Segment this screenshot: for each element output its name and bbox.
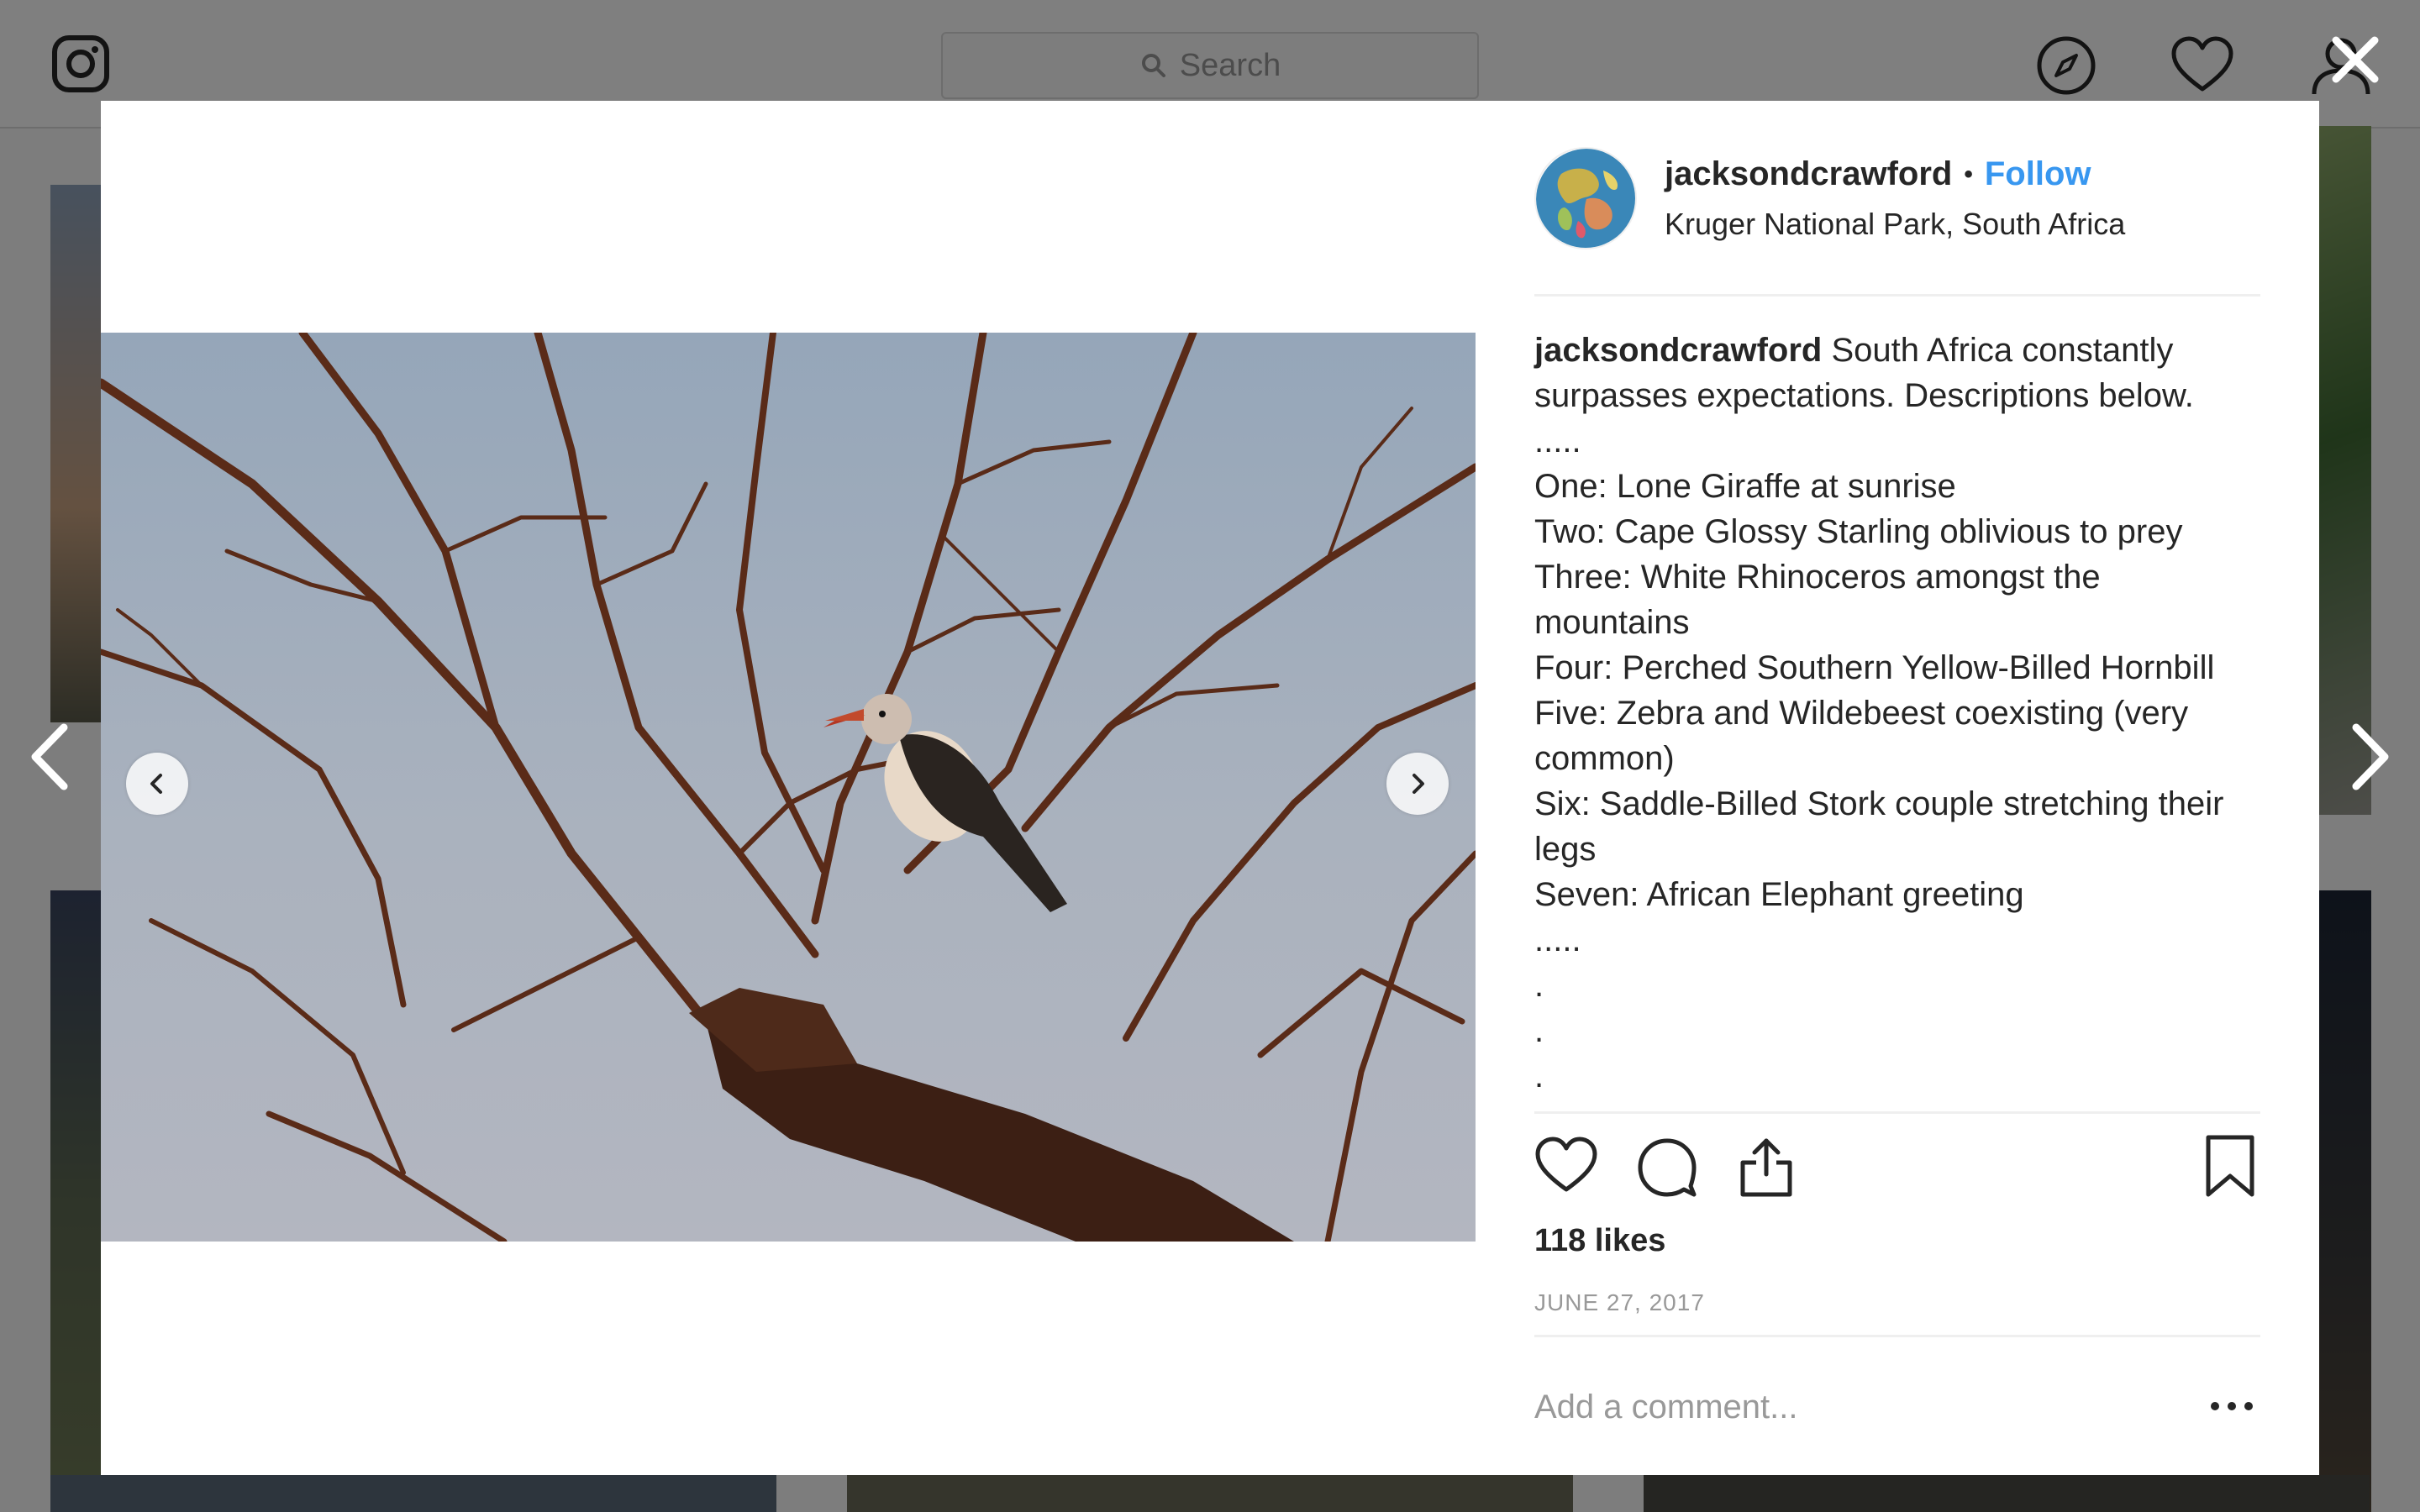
bookmark-icon[interactable]	[2198, 1134, 2262, 1198]
comment-icon[interactable]	[1635, 1134, 1699, 1198]
likes-count[interactable]: 118 likes	[1534, 1223, 1665, 1259]
next-post-arrow-icon[interactable]	[2344, 719, 2395, 795]
caption-username-link[interactable]: jacksondcrawford	[1534, 332, 1822, 369]
hornbill-photo	[101, 333, 1476, 1242]
username-line: jacksondcrawford • Follow	[1665, 155, 2125, 193]
post-sidebar: jacksondcrawford • Follow Kruger Nationa…	[1534, 101, 2260, 1475]
post-photo[interactable]	[101, 333, 1476, 1242]
follow-button[interactable]: Follow	[1985, 155, 2091, 193]
avatar[interactable]	[1534, 147, 1637, 249]
post-header-text: jacksondcrawford • Follow Kruger Nationa…	[1665, 155, 2125, 242]
globe-avatar-image	[1536, 149, 1635, 248]
post-caption: jacksondcrawford South Africa constantly…	[1534, 328, 2260, 1099]
post-date: JUNE 27, 2017	[1534, 1289, 1705, 1315]
share-icon[interactable]	[1734, 1134, 1798, 1198]
caption-text: South Africa constantly surpasses expect…	[1534, 332, 2224, 1095]
chevron-right-icon	[1413, 774, 1424, 794]
comment-row	[1534, 1369, 2260, 1445]
action-bar	[1534, 1134, 2260, 1201]
location-link[interactable]: Kruger National Park, South Africa	[1665, 207, 2125, 242]
divider	[1534, 1335, 2260, 1337]
previous-post-arrow-icon[interactable]	[25, 719, 76, 795]
post-header: jacksondcrawford • Follow Kruger Nationa…	[1534, 147, 2260, 254]
heart-icon[interactable]	[1534, 1134, 1598, 1198]
divider	[1534, 1111, 2260, 1114]
carousel-prev-button[interactable]	[126, 753, 188, 815]
chevron-left-icon	[150, 774, 162, 794]
carousel-next-button[interactable]	[1386, 753, 1449, 815]
divider	[1534, 294, 2260, 297]
post-modal: jacksondcrawford • Follow Kruger Nationa…	[101, 101, 2319, 1475]
comment-input[interactable]	[1534, 1369, 2173, 1445]
close-icon[interactable]	[2326, 30, 2385, 89]
more-options-icon[interactable]	[2207, 1389, 2257, 1423]
separator-dot: •	[1964, 160, 1973, 188]
username-link[interactable]: jacksondcrawford	[1665, 155, 1952, 193]
